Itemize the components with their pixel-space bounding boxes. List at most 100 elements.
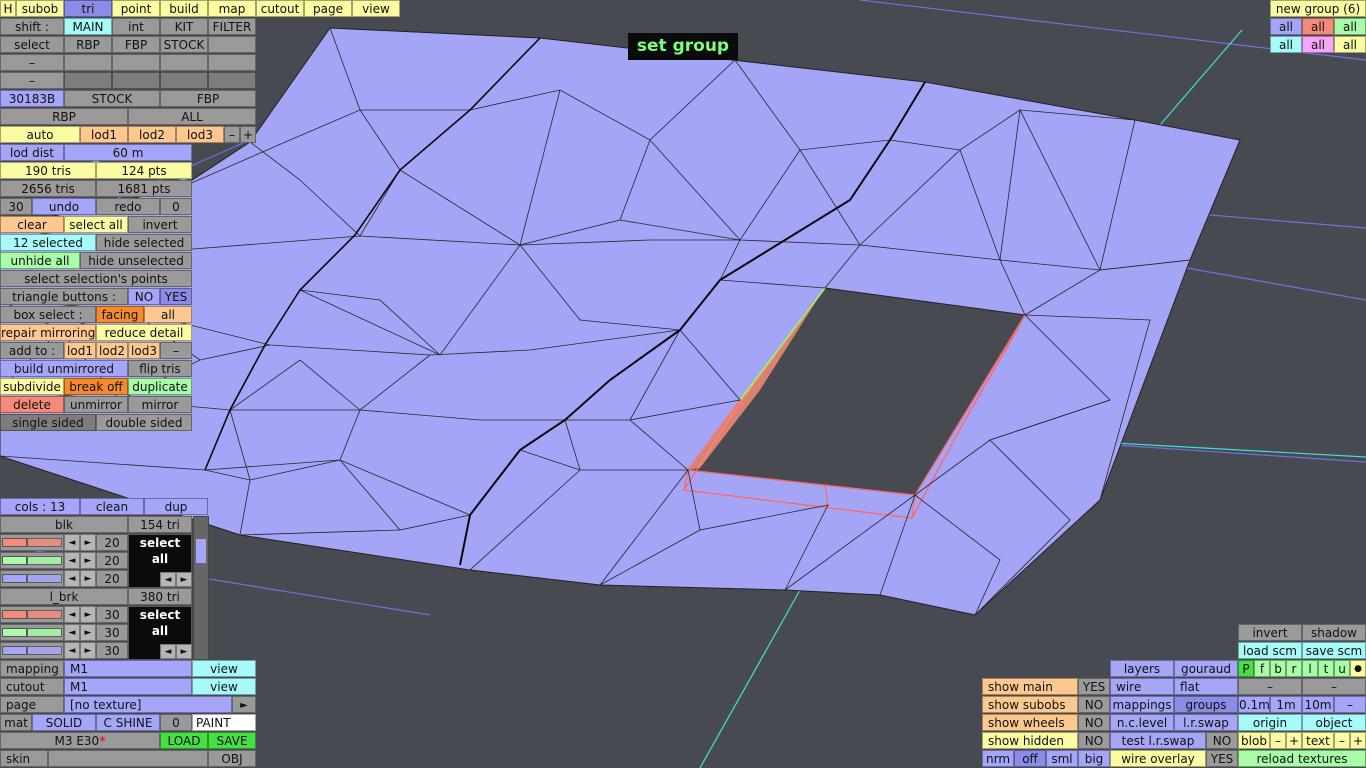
subob-tab[interactable]: subob xyxy=(16,0,64,17)
material-name[interactable]: blk xyxy=(0,516,128,533)
show-wheels-value[interactable]: NO xyxy=(1078,714,1110,731)
material-scrollbar[interactable] xyxy=(193,516,209,660)
wire-overlay-value[interactable]: YES xyxy=(1206,750,1238,767)
hide-selected-button[interactable]: hide selected xyxy=(96,234,192,251)
undo-button[interactable]: undo xyxy=(32,198,96,215)
color-value[interactable]: 20 xyxy=(96,534,128,551)
zoom-minus-button[interactable]: – xyxy=(1238,678,1302,695)
flat-button[interactable]: flat xyxy=(1174,678,1238,695)
delete-button[interactable]: delete xyxy=(0,396,64,413)
tri-tab[interactable]: tri xyxy=(64,0,112,17)
break-off-button[interactable]: break off xyxy=(64,378,128,395)
add-to-lod2[interactable]: lod2 xyxy=(96,342,128,359)
skin-slot[interactable] xyxy=(48,750,208,767)
cutout-value[interactable]: M1 xyxy=(64,678,192,695)
solid-button[interactable]: SOLID xyxy=(32,714,96,731)
normals-off-button[interactable]: off xyxy=(1014,750,1046,767)
int-button[interactable]: int xyxy=(112,18,160,35)
view-r-button[interactable]: r xyxy=(1286,660,1302,677)
material-name[interactable]: l_brk xyxy=(0,588,128,605)
main-button[interactable]: MAIN xyxy=(64,18,112,35)
fbp-button[interactable]: FBP xyxy=(160,90,256,107)
increase-arrow-icon[interactable]: ► xyxy=(80,534,96,551)
empty-slot[interactable] xyxy=(208,54,256,71)
view-tab[interactable]: view xyxy=(352,0,400,17)
view-t-button[interactable]: t xyxy=(1318,660,1334,677)
map-tab[interactable]: map xyxy=(208,0,256,17)
decrease-arrow-icon[interactable]: ◄ xyxy=(64,624,80,641)
mapping-value[interactable]: M1 xyxy=(64,660,192,677)
unmirror-button[interactable]: unmirror xyxy=(64,396,128,413)
flip-tris-button[interactable]: flip tris xyxy=(128,360,192,377)
save-scm-button[interactable]: save scm xyxy=(1302,642,1366,659)
blob-plus-button[interactable]: + xyxy=(1286,732,1302,749)
duplicate-button[interactable]: duplicate xyxy=(128,378,192,395)
select-stock-button[interactable]: STOCK xyxy=(160,36,208,53)
rbp-button[interactable]: RBP xyxy=(0,108,128,125)
nc-level-button[interactable]: n.c.level xyxy=(1110,714,1174,731)
mapping-view-button[interactable]: view xyxy=(192,660,256,677)
hide-unselected-button[interactable]: hide unselected xyxy=(80,252,192,269)
increase-arrow-icon[interactable]: ► xyxy=(80,606,96,623)
increase-arrow-icon[interactable]: ► xyxy=(80,570,96,587)
show-hidden-button[interactable]: show hidden xyxy=(982,732,1078,749)
repair-mirroring-button[interactable]: repair mirroring xyxy=(0,324,96,341)
zoom-minus-button-2[interactable]: – xyxy=(1302,678,1366,695)
grid-minus-button[interactable]: – xyxy=(1334,696,1366,713)
group-all-2[interactable]: all xyxy=(1302,18,1334,35)
text-minus-button[interactable]: – xyxy=(1334,732,1350,749)
load-scm-button[interactable]: load scm xyxy=(1238,642,1302,659)
text-plus-button[interactable]: + xyxy=(1350,732,1366,749)
decrease-arrow-icon[interactable]: ◄ xyxy=(64,534,80,551)
show-main-button[interactable]: show main xyxy=(982,678,1078,695)
increase-arrow-icon[interactable]: ► xyxy=(80,552,96,569)
view-u-button[interactable]: u xyxy=(1334,660,1350,677)
obj-button[interactable]: OBJ xyxy=(208,750,256,767)
view-b-button[interactable]: b xyxy=(1270,660,1286,677)
test-lr-swap-button[interactable]: test l.r.swap xyxy=(1110,732,1206,749)
mappings-button[interactable]: mappings xyxy=(1110,696,1174,713)
tri-buttons-no[interactable]: NO xyxy=(128,288,160,305)
color-value[interactable]: 20 xyxy=(96,552,128,569)
box-select-facing[interactable]: facing xyxy=(96,306,144,323)
clear-button[interactable]: clear xyxy=(0,216,64,233)
add-to-lod3[interactable]: lod3 xyxy=(128,342,160,359)
dup-button[interactable]: dup xyxy=(144,498,208,515)
blob-minus-button[interactable]: – xyxy=(1270,732,1286,749)
mirror-button[interactable]: mirror xyxy=(128,396,192,413)
view-p-button[interactable]: P xyxy=(1238,660,1254,677)
model-code-button[interactable]: 30183B xyxy=(0,90,64,107)
empty-slot[interactable] xyxy=(112,72,160,89)
normals-small-button[interactable]: sml xyxy=(1046,750,1078,767)
h-button[interactable]: H xyxy=(0,0,16,17)
double-sided-button[interactable]: double sided xyxy=(96,414,192,431)
invert-button[interactable]: invert xyxy=(128,216,192,233)
empty-slot[interactable] xyxy=(112,54,160,71)
lod3-button[interactable]: lod3 xyxy=(176,126,224,143)
cutout-view-button[interactable]: view xyxy=(192,678,256,695)
single-sided-button[interactable]: single sided xyxy=(0,414,96,431)
add-to-minus[interactable]: – xyxy=(160,342,192,359)
show-hidden-value[interactable]: NO xyxy=(1078,732,1110,749)
decrease-arrow-icon[interactable]: ◄ xyxy=(64,552,80,569)
point-tab[interactable]: point xyxy=(112,0,160,17)
increase-arrow-icon[interactable]: ► xyxy=(80,642,96,659)
filter-button[interactable]: FILTER xyxy=(208,18,256,35)
select-empty-button[interactable] xyxy=(208,36,256,53)
auto-button[interactable]: auto xyxy=(0,126,80,143)
new-group-button[interactable]: new group (6) xyxy=(1270,0,1366,17)
tri-buttons-yes[interactable]: YES xyxy=(160,288,192,305)
paint-index[interactable]: 0 xyxy=(160,714,192,731)
lr-swap-button[interactable]: l.r.swap xyxy=(1174,714,1238,731)
grid-01m-button[interactable]: 0.1m xyxy=(1238,696,1270,713)
show-subobs-value[interactable]: NO xyxy=(1078,696,1110,713)
groups-button[interactable]: groups xyxy=(1174,696,1238,713)
reduce-detail-button[interactable]: reduce detail xyxy=(96,324,192,341)
group-all-3[interactable]: all xyxy=(1334,18,1366,35)
kit-button[interactable]: KIT xyxy=(160,18,208,35)
lod-minus-button[interactable]: – xyxy=(224,126,240,143)
select-rbp-button[interactable]: RBP xyxy=(64,36,112,53)
color-value[interactable]: 30 xyxy=(96,642,128,659)
page-next-icon[interactable]: ► xyxy=(232,696,256,713)
save-button[interactable]: SAVE xyxy=(208,732,256,749)
